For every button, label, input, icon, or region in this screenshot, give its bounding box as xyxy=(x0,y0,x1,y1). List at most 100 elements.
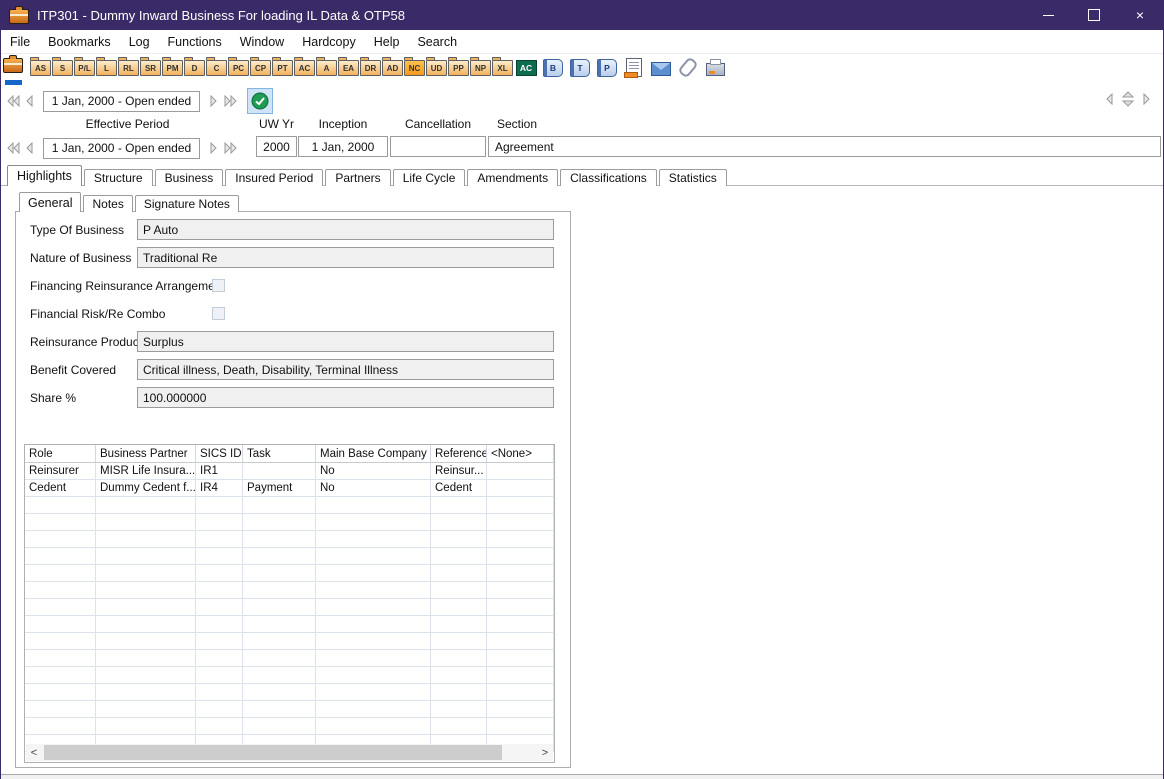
confirm-button[interactable] xyxy=(247,88,273,114)
effective-period-navigator: 1 Jan, 2000 - Open ended xyxy=(5,136,238,160)
minimize-button[interactable] xyxy=(1025,0,1071,30)
toolbar-button-mail[interactable] xyxy=(649,54,673,78)
column-header-3[interactable]: Task xyxy=(243,445,316,463)
toolbar-button-ac-green[interactable]: AC xyxy=(514,54,538,78)
toolbar-button-d[interactable]: D xyxy=(184,54,205,78)
toolbar-button-sr[interactable]: SR xyxy=(140,54,161,78)
benefit-covered-field[interactable]: Critical illness, Death, Disability, Ter… xyxy=(137,359,554,380)
menu-item-bookmarks[interactable]: Bookmarks xyxy=(39,35,120,49)
tab-life-cycle[interactable]: Life Cycle xyxy=(393,169,466,186)
toolbar-button-pc[interactable]: PC xyxy=(228,54,249,78)
previous-period-button[interactable] xyxy=(21,139,37,157)
share-percent-field[interactable]: 100.000000 xyxy=(137,387,554,408)
table-row-0[interactable]: ReinsurerMISR Life Insura...IR1NoReinsur… xyxy=(25,463,554,480)
folder-icon-c: C xyxy=(206,60,227,76)
toolbar-button-book-p[interactable]: P xyxy=(595,54,619,78)
toolbar-button-book-t[interactable]: T xyxy=(568,54,592,78)
subtab-signature-notes[interactable]: Signature Notes xyxy=(135,195,239,212)
toolbar-button-attachment[interactable] xyxy=(676,54,700,78)
menu-item-hardcopy[interactable]: Hardcopy xyxy=(293,35,365,49)
tab-classifications[interactable]: Classifications xyxy=(560,169,657,186)
maximize-button[interactable] xyxy=(1071,0,1117,30)
first-record-button[interactable] xyxy=(5,92,21,110)
inception-field[interactable]: 1 Jan, 2000 xyxy=(298,136,388,157)
toolbar-button-nc[interactable]: NC xyxy=(404,54,425,78)
toolbar-button-ea[interactable]: EA xyxy=(338,54,359,78)
toolbar-button-pm[interactable]: PM xyxy=(162,54,183,78)
folder-icon-dr: DR xyxy=(360,60,381,76)
nature-of-business-field[interactable]: Traditional Re xyxy=(137,247,554,268)
menu-item-search[interactable]: Search xyxy=(408,35,466,49)
column-header-5[interactable]: Reference xyxy=(431,445,487,463)
menu-item-log[interactable]: Log xyxy=(120,35,159,49)
tab-highlights[interactable]: Highlights xyxy=(7,165,82,186)
toolbar-button-cp[interactable]: CP xyxy=(250,54,271,78)
column-header-1[interactable]: Business Partner xyxy=(96,445,196,463)
toolbar-button-xl[interactable]: XL xyxy=(492,54,513,78)
financing-reinsurance-arrangement-checkbox[interactable] xyxy=(212,279,225,292)
toolbar-button-home[interactable] xyxy=(3,54,27,78)
last-period-button[interactable] xyxy=(222,139,238,157)
cell xyxy=(96,531,196,548)
section-field[interactable]: Agreement xyxy=(488,136,1161,157)
section-next-button[interactable] xyxy=(1139,90,1155,108)
uw-yr-field[interactable]: 2000 xyxy=(256,136,297,157)
scrollbar-thumb[interactable] xyxy=(44,745,502,760)
toolbar-button-np[interactable]: NP xyxy=(470,54,491,78)
toolbar-button-ac[interactable]: AC xyxy=(294,54,315,78)
toolbar-button-print[interactable] xyxy=(703,54,727,78)
maximize-icon xyxy=(1088,9,1100,21)
section-sort-button[interactable] xyxy=(1117,90,1139,108)
scroll-right-button[interactable]: > xyxy=(537,744,553,761)
column-header-6[interactable]: <None> xyxy=(487,445,554,463)
subtab-notes[interactable]: Notes xyxy=(83,195,132,212)
subtab-general[interactable]: General xyxy=(19,192,81,212)
column-header-2[interactable]: SICS ID xyxy=(196,445,243,463)
next-record-button[interactable] xyxy=(206,92,222,110)
close-button[interactable]: × xyxy=(1117,0,1163,30)
scroll-left-button[interactable]: < xyxy=(26,744,42,761)
menu-item-file[interactable]: File xyxy=(1,35,39,49)
next-period-button[interactable] xyxy=(206,139,222,157)
toolbar-button-a[interactable]: A xyxy=(316,54,337,78)
toolbar-button-l[interactable]: L xyxy=(96,54,117,78)
toolbar-button-pl[interactable]: P/L xyxy=(74,54,95,78)
toolbar-button-c[interactable]: C xyxy=(206,54,227,78)
toolbar-button-book-b[interactable]: B xyxy=(541,54,565,78)
previous-record-button[interactable] xyxy=(21,92,37,110)
horizontal-scrollbar[interactable]: < > xyxy=(26,744,553,761)
folder-icon-np: NP xyxy=(470,60,491,76)
cancellation-field[interactable] xyxy=(390,136,486,157)
menu-item-help[interactable]: Help xyxy=(365,35,409,49)
toolbar-button-s[interactable]: S xyxy=(52,54,73,78)
last-record-button[interactable] xyxy=(222,92,238,110)
tab-structure[interactable]: Structure xyxy=(84,169,153,186)
toolbar-button-dr[interactable]: DR xyxy=(360,54,381,78)
reinsurance-product-field[interactable]: Surplus xyxy=(137,331,554,352)
table-row-1[interactable]: CedentDummy Cedent f...IR4PaymentNoCeden… xyxy=(25,480,554,497)
toolbar-button-rl[interactable]: RL xyxy=(118,54,139,78)
toolbar-button-pp[interactable]: PP xyxy=(448,54,469,78)
type-of-business-field[interactable]: P Auto xyxy=(137,219,554,240)
cell xyxy=(487,582,554,599)
toolbar-button-as[interactable]: AS xyxy=(30,54,51,78)
cell xyxy=(25,565,96,582)
effective-period-value[interactable]: 1 Jan, 2000 - Open ended xyxy=(43,138,200,159)
toolbar-button-report[interactable] xyxy=(622,54,646,78)
period-navigator-value[interactable]: 1 Jan, 2000 - Open ended xyxy=(43,91,200,112)
tab-statistics[interactable]: Statistics xyxy=(659,169,727,186)
toolbar-button-pt[interactable]: PT xyxy=(272,54,293,78)
toolbar-button-ud[interactable]: UD xyxy=(426,54,447,78)
menu-item-window[interactable]: Window xyxy=(231,35,293,49)
column-header-0[interactable]: Role xyxy=(25,445,96,463)
section-previous-button[interactable] xyxy=(1101,90,1117,108)
menu-item-functions[interactable]: Functions xyxy=(159,35,231,49)
financial-risk-re-combo-checkbox[interactable] xyxy=(212,307,225,320)
first-period-button[interactable] xyxy=(5,139,21,157)
tab-insured-period[interactable]: Insured Period xyxy=(225,169,323,186)
tab-business[interactable]: Business xyxy=(155,169,224,186)
tab-partners[interactable]: Partners xyxy=(325,169,390,186)
tab-amendments[interactable]: Amendments xyxy=(467,169,558,186)
column-header-4[interactable]: Main Base Company xyxy=(316,445,431,463)
toolbar-button-ad[interactable]: AD xyxy=(382,54,403,78)
